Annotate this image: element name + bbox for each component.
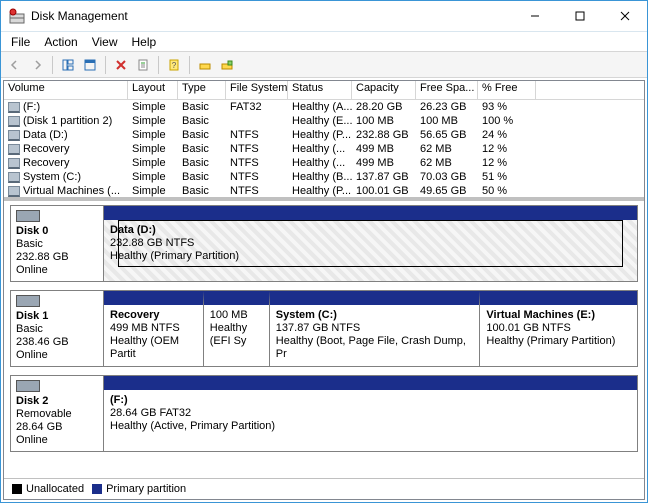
col-pfree[interactable]: % Free: [478, 81, 536, 99]
close-button[interactable]: [602, 1, 647, 31]
disk-row[interactable]: Disk 1Basic238.46 GBOnlineRecovery499 MB…: [10, 290, 638, 367]
disk-icon: [16, 210, 40, 222]
volume-row[interactable]: RecoverySimpleBasicNTFSHealthy (...499 M…: [4, 156, 644, 170]
legend: Unallocated Primary partition: [4, 478, 644, 499]
volume-row[interactable]: (F:)SimpleBasicFAT32Healthy (A...28.20 G…: [4, 100, 644, 114]
col-free[interactable]: Free Spa...: [416, 81, 478, 99]
volume-icon: [8, 158, 20, 169]
menu-file[interactable]: File: [5, 34, 36, 50]
volume-row[interactable]: System (C:)SimpleBasicNTFSHealthy (B...1…: [4, 170, 644, 184]
partition[interactable]: Recovery499 MB NTFSHealthy (OEM Partit: [104, 291, 203, 366]
col-filesystem[interactable]: File System: [226, 81, 288, 99]
partition-container: (F:)28.64 GB FAT32Healthy (Active, Prima…: [104, 376, 637, 451]
volume-icon: [8, 102, 20, 113]
svg-text:?: ?: [172, 61, 177, 70]
volume-icon: [8, 172, 20, 183]
partition[interactable]: Virtual Machines (E:)100.01 GB NTFSHealt…: [479, 291, 637, 366]
disk-info[interactable]: Disk 1Basic238.46 GBOnline: [11, 291, 104, 366]
disk-management-window: Disk Management File Action View Help ? …: [0, 0, 648, 503]
menu-help[interactable]: Help: [126, 34, 163, 50]
toolbar-separator: [52, 56, 53, 74]
disk-info[interactable]: Disk 2Removable28.64 GBOnline: [11, 376, 104, 451]
toolbar: ?: [1, 51, 647, 78]
content-area: Volume Layout Type File System Status Ca…: [3, 80, 645, 500]
disk-action-2-icon[interactable]: [217, 55, 237, 75]
minimize-button[interactable]: [512, 1, 557, 31]
back-button[interactable]: [5, 55, 25, 75]
volume-row[interactable]: Data (D:)SimpleBasicNTFSHealthy (P...232…: [4, 128, 644, 142]
properties-icon[interactable]: [133, 55, 153, 75]
menu-view[interactable]: View: [86, 34, 124, 50]
disk-action-1-icon[interactable]: [195, 55, 215, 75]
volume-icon: [8, 116, 20, 127]
col-type[interactable]: Type: [178, 81, 226, 99]
col-capacity[interactable]: Capacity: [352, 81, 416, 99]
forward-button[interactable]: [27, 55, 47, 75]
volume-list-header[interactable]: Volume Layout Type File System Status Ca…: [4, 81, 644, 100]
disk-icon: [16, 295, 40, 307]
help-icon[interactable]: ?: [164, 55, 184, 75]
maximize-button[interactable]: [557, 1, 602, 31]
delete-icon[interactable]: [111, 55, 131, 75]
disk-icon: [16, 380, 40, 392]
toolbar-separator: [189, 56, 190, 74]
window-controls: [512, 1, 647, 31]
disk-row[interactable]: Disk 2Removable28.64 GBOnline(F:)28.64 G…: [10, 375, 638, 452]
partition-container: Recovery499 MB NTFSHealthy (OEM Partit10…: [104, 291, 637, 366]
toolbar-separator: [158, 56, 159, 74]
partition[interactable]: System (C:)137.87 GB NTFSHealthy (Boot, …: [269, 291, 480, 366]
volume-icon: [8, 130, 20, 141]
view-layout-icon[interactable]: [58, 55, 78, 75]
refresh-icon[interactable]: [80, 55, 100, 75]
partition[interactable]: 100 MBHealthy (EFI Sy: [203, 291, 269, 366]
col-status[interactable]: Status: [288, 81, 352, 99]
partition-container: Data (D:)232.88 GB NTFSHealthy (Primary …: [104, 206, 637, 281]
partition[interactable]: Data (D:)232.88 GB NTFSHealthy (Primary …: [104, 206, 637, 281]
app-icon: [9, 8, 25, 24]
menu-action[interactable]: Action: [38, 34, 83, 50]
titlebar[interactable]: Disk Management: [1, 1, 647, 32]
volume-list[interactable]: Volume Layout Type File System Status Ca…: [4, 81, 644, 201]
col-volume[interactable]: Volume: [4, 81, 128, 99]
partition[interactable]: (F:)28.64 GB FAT32Healthy (Active, Prima…: [104, 376, 637, 451]
volume-list-body[interactable]: (F:)SimpleBasicFAT32Healthy (A...28.20 G…: [4, 100, 644, 197]
disk-graphical-view[interactable]: Disk 0Basic232.88 GBOnlineData (D:)232.8…: [4, 201, 644, 478]
disk-row[interactable]: Disk 0Basic232.88 GBOnlineData (D:)232.8…: [10, 205, 638, 282]
menubar: File Action View Help: [1, 32, 647, 51]
volume-icon: [8, 144, 20, 155]
legend-primary: Primary partition: [92, 483, 186, 495]
volume-row[interactable]: (Disk 1 partition 2)SimpleBasicHealthy (…: [4, 114, 644, 128]
legend-unallocated: Unallocated: [12, 483, 84, 495]
volume-row[interactable]: RecoverySimpleBasicNTFSHealthy (...499 M…: [4, 142, 644, 156]
col-layout[interactable]: Layout: [128, 81, 178, 99]
volume-icon: [8, 186, 20, 197]
window-title: Disk Management: [31, 9, 512, 23]
toolbar-separator: [105, 56, 106, 74]
volume-row[interactable]: Virtual Machines (...SimpleBasicNTFSHeal…: [4, 184, 644, 197]
disk-info[interactable]: Disk 0Basic232.88 GBOnline: [11, 206, 104, 281]
